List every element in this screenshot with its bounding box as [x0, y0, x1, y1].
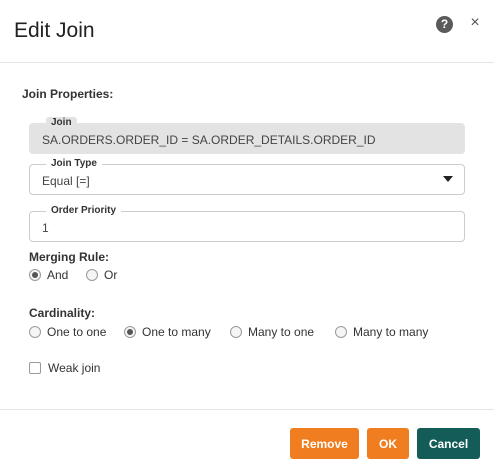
- radio-checked-icon: [29, 269, 41, 281]
- dialog-header: Edit Join ? ×: [0, 0, 494, 63]
- ok-button[interactable]: OK: [367, 428, 409, 459]
- close-icon[interactable]: ×: [469, 14, 481, 32]
- radio-unchecked-icon: [29, 326, 41, 338]
- join-field: Join SA.ORDERS.ORDER_ID = SA.ORDER_DETAI…: [29, 117, 465, 154]
- order-priority-legend: Order Priority: [46, 205, 122, 217]
- cardinality-many-to-one-radio[interactable]: Many to one: [230, 325, 314, 339]
- help-icon[interactable]: ?: [436, 16, 453, 33]
- merging-rule-or-radio[interactable]: Or: [86, 268, 117, 282]
- radio-label: And: [47, 268, 69, 282]
- section-title: Join Properties:: [22, 87, 114, 101]
- join-type-select[interactable]: Join Type Equal [=]: [29, 158, 465, 195]
- merging-rule-and-radio[interactable]: And: [29, 268, 68, 282]
- radio-unchecked-icon: [335, 326, 347, 338]
- dropdown-caret-icon: [443, 176, 453, 182]
- weak-join-label: Weak join: [48, 361, 101, 375]
- dialog-footer: Remove OK Cancel: [0, 409, 494, 472]
- radio-label: One to many: [142, 325, 211, 339]
- radio-checked-icon: [124, 326, 136, 338]
- edit-join-dialog: Edit Join ? × Join Properties: Join SA.O…: [0, 0, 494, 472]
- order-priority-field: Order Priority: [29, 205, 465, 242]
- radio-label: Or: [104, 268, 118, 282]
- cardinality-one-to-many-radio[interactable]: One to many: [124, 325, 211, 339]
- weak-join-checkbox[interactable]: Weak join: [29, 361, 100, 375]
- cancel-button[interactable]: Cancel: [417, 428, 480, 459]
- join-legend: Join: [46, 117, 77, 129]
- checkbox-unchecked-icon: [29, 362, 41, 374]
- join-type-legend: Join Type: [46, 158, 102, 170]
- radio-unchecked-icon: [230, 326, 242, 338]
- cardinality-label: Cardinality:: [29, 306, 96, 320]
- radio-unchecked-icon: [86, 269, 98, 281]
- remove-button[interactable]: Remove: [290, 428, 359, 459]
- cardinality-one-to-one-radio[interactable]: One to one: [29, 325, 106, 339]
- cardinality-many-to-many-radio[interactable]: Many to many: [335, 325, 428, 339]
- merging-rule-label: Merging Rule:: [29, 250, 109, 264]
- join-expression: SA.ORDERS.ORDER_ID = SA.ORDER_DETAILS.OR…: [42, 133, 376, 147]
- radio-label: One to one: [47, 325, 107, 339]
- join-type-value: Equal [=]: [42, 174, 90, 188]
- radio-label: Many to one: [248, 325, 315, 339]
- dialog-title: Edit Join: [14, 19, 95, 42]
- radio-label: Many to many: [353, 325, 429, 339]
